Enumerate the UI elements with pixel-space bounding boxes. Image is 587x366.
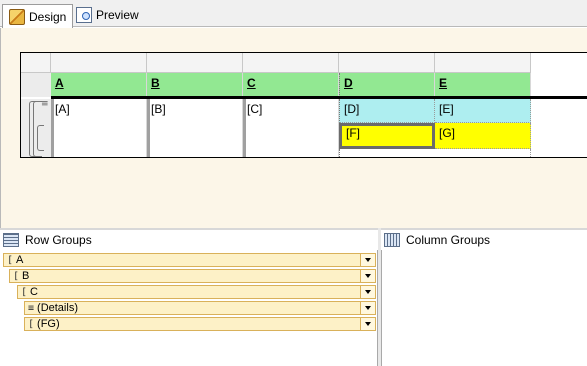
column-handle[interactable] bbox=[243, 53, 339, 73]
row-groups-title: Row Groups bbox=[25, 233, 92, 247]
group-indicator-b bbox=[147, 99, 150, 157]
tab-bar: Design Preview bbox=[0, 0, 587, 28]
row-group-details[interactable]: ≡ (Details) bbox=[24, 301, 376, 315]
group-icon: [ bbox=[28, 318, 35, 330]
row-group-handle[interactable]: ≡ bbox=[21, 99, 52, 157]
group-icon: [ bbox=[21, 286, 28, 298]
row-group-label: B bbox=[22, 270, 30, 282]
header-cell-c[interactable]: C bbox=[243, 73, 339, 97]
group-icon: [ bbox=[7, 254, 14, 266]
group-cell-f[interactable]: [F] bbox=[339, 123, 435, 149]
column-handle[interactable] bbox=[51, 53, 147, 73]
column-groups-pane bbox=[381, 250, 587, 366]
design-icon bbox=[9, 8, 25, 25]
column-handle[interactable] bbox=[339, 53, 435, 73]
header-cell-a[interactable]: A bbox=[51, 73, 147, 97]
group-icon: [ bbox=[13, 270, 20, 282]
tab-design-label: Design bbox=[29, 9, 67, 24]
row-groups-icon bbox=[3, 233, 19, 247]
preview-icon bbox=[76, 7, 92, 23]
row-groups-header: Row Groups bbox=[3, 230, 92, 250]
group-cell-g[interactable]: [G] bbox=[435, 123, 531, 149]
row-group-label: (Details) bbox=[37, 302, 78, 314]
detail-cell-a[interactable]: [A] bbox=[51, 99, 147, 157]
column-groups-icon bbox=[384, 233, 400, 247]
row-group-label: (FG) bbox=[37, 318, 60, 330]
detail-cell-d[interactable]: [D] bbox=[339, 99, 435, 123]
corner-handle[interactable] bbox=[21, 53, 51, 73]
detail-cell-c[interactable]: [C] bbox=[243, 99, 339, 157]
row-group-a[interactable]: [ A bbox=[3, 253, 376, 267]
chevron-down-icon[interactable] bbox=[360, 286, 375, 298]
tab-preview-label: Preview bbox=[96, 8, 139, 22]
row-group-label: A bbox=[16, 254, 24, 266]
chevron-down-icon[interactable] bbox=[360, 270, 375, 282]
tab-preview[interactable]: Preview bbox=[70, 4, 145, 26]
row-handle[interactable] bbox=[21, 73, 52, 97]
detail-cell-b[interactable]: [B] bbox=[147, 99, 243, 157]
group-footer-area bbox=[339, 149, 531, 157]
chevron-down-icon[interactable] bbox=[360, 254, 375, 266]
chevron-down-icon[interactable] bbox=[360, 302, 375, 314]
header-cell-b[interactable]: B bbox=[147, 73, 243, 97]
column-groups-header: Column Groups bbox=[384, 230, 490, 250]
group-indicator-a bbox=[51, 99, 54, 157]
row-group-b[interactable]: [ B bbox=[9, 269, 376, 283]
row-group-fg[interactable]: [ (FG) bbox=[24, 317, 376, 331]
chevron-down-icon[interactable] bbox=[360, 318, 375, 330]
group-indicator-c bbox=[243, 99, 246, 157]
column-handle[interactable] bbox=[147, 53, 243, 73]
header-cell-d[interactable]: D bbox=[339, 73, 435, 97]
fg-bracket bbox=[37, 125, 44, 151]
column-handle[interactable] bbox=[435, 53, 531, 73]
detail-cell-e[interactable]: [E] bbox=[435, 99, 531, 123]
row-group-label: C bbox=[30, 286, 38, 298]
details-icon: ≡ bbox=[28, 302, 35, 314]
details-icon: ≡ bbox=[41, 99, 49, 109]
header-cell-e[interactable]: E bbox=[435, 73, 531, 97]
row-groups-pane: [ A [ B [ C ≡ (Details) [ (FG) bbox=[0, 250, 378, 366]
row-group-c[interactable]: [ C bbox=[17, 285, 376, 299]
report-body[interactable]: A B C D E ≡ [A] [B] [C] [D] [E] [F] [G] bbox=[20, 52, 587, 158]
tab-design[interactable]: Design bbox=[2, 4, 74, 28]
column-groups-title: Column Groups bbox=[406, 233, 491, 247]
